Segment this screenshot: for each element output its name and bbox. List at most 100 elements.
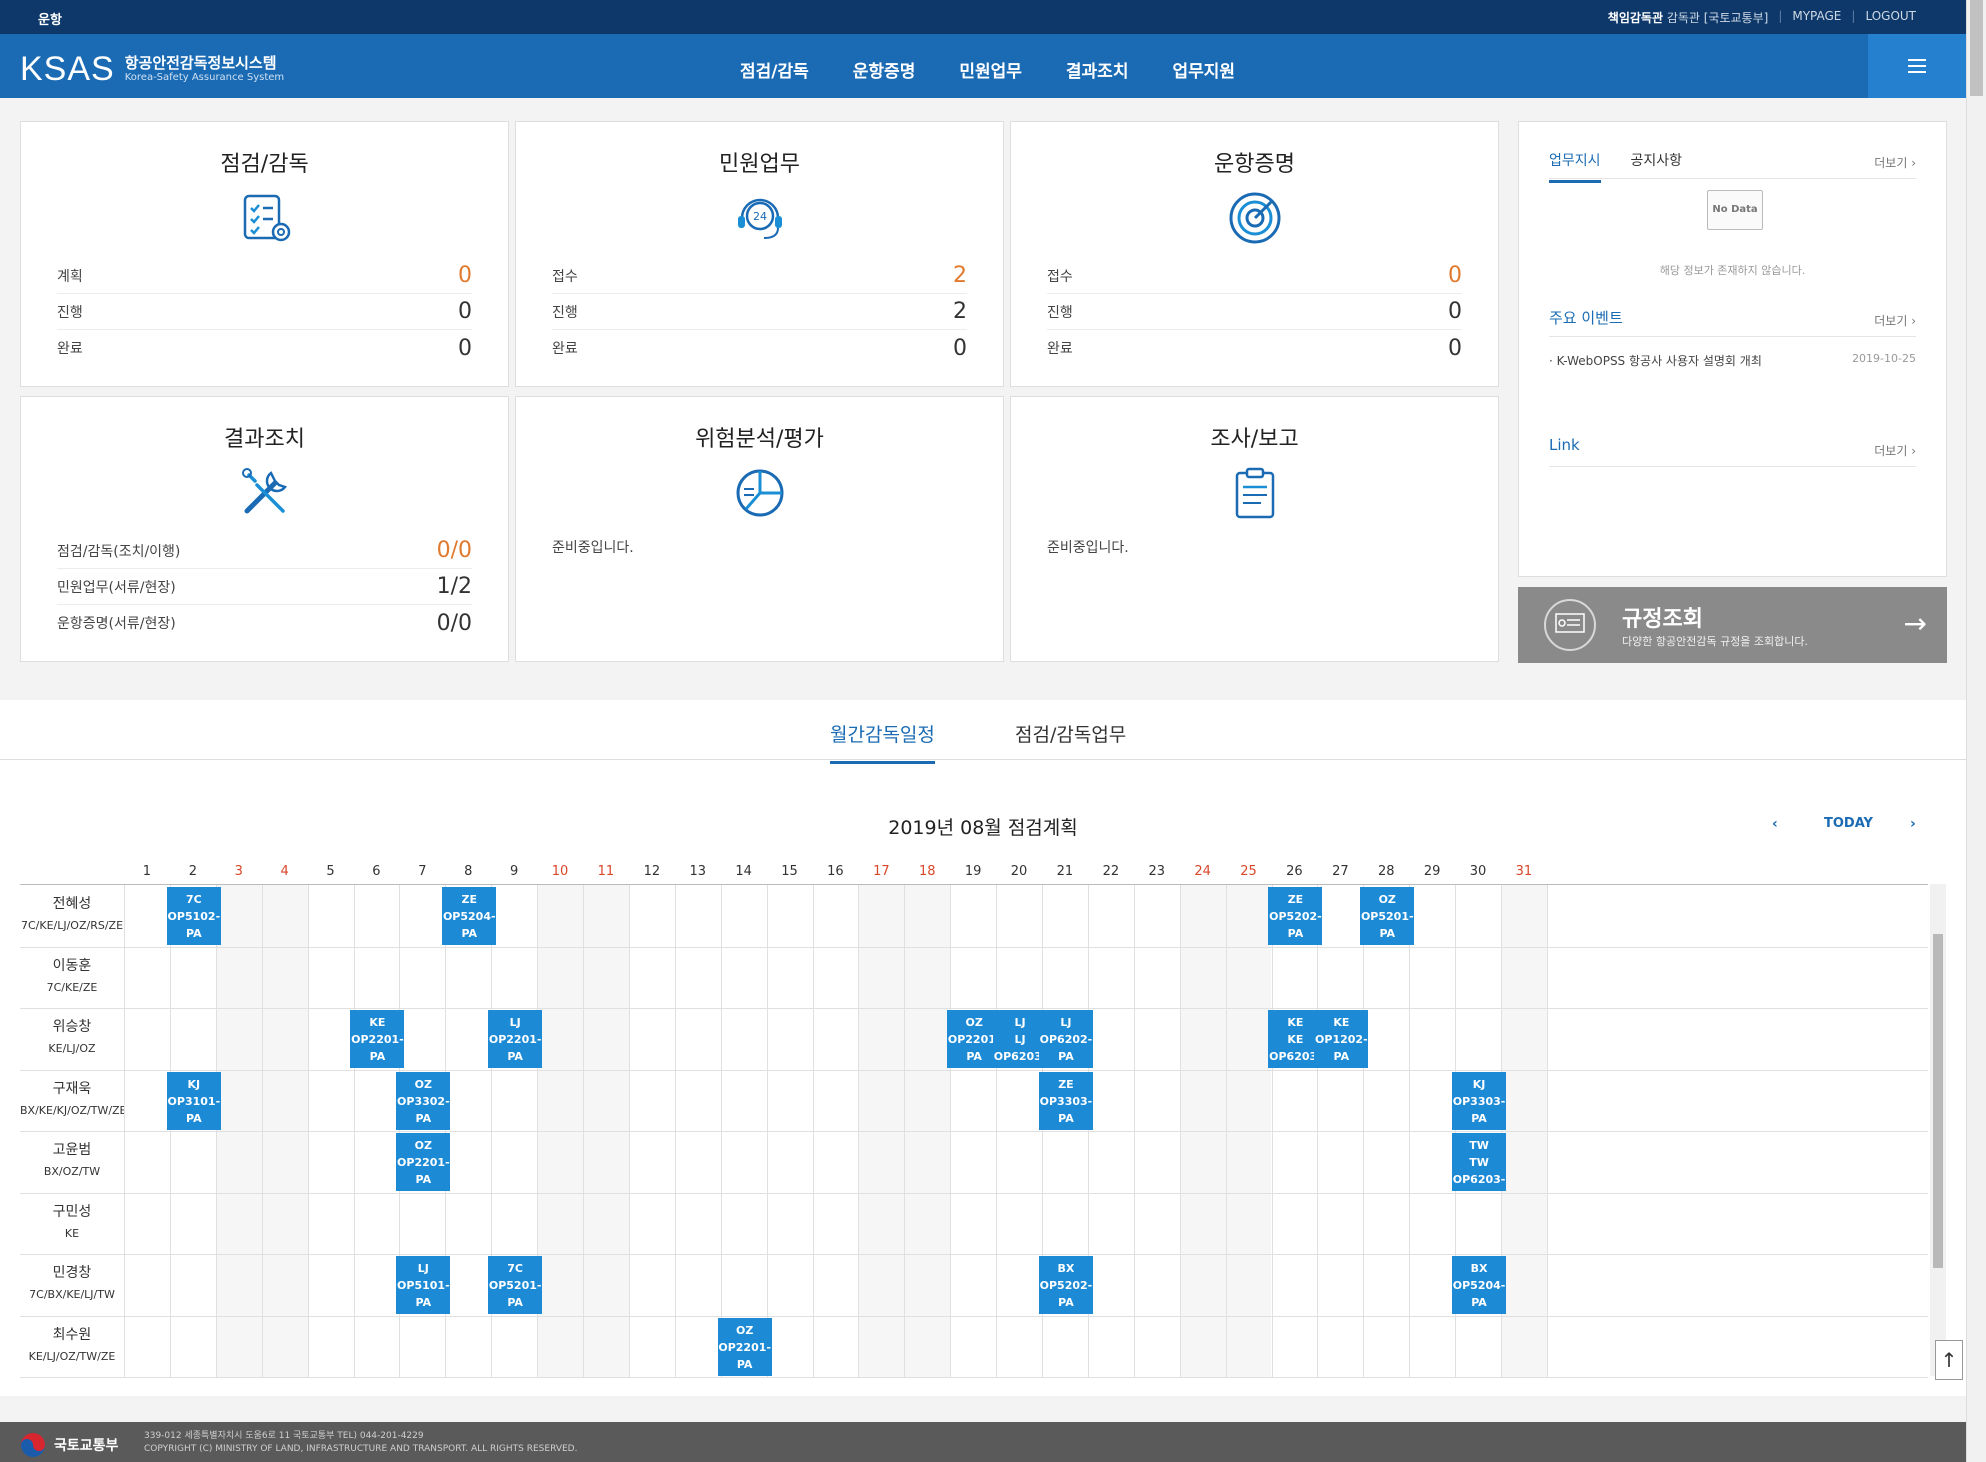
- event-line: OP5202-: [1269, 910, 1322, 923]
- banner-title: 규정조회: [1622, 607, 1703, 632]
- event-line: PA: [507, 1050, 523, 1063]
- stat-row[interactable]: 접수 0: [1047, 258, 1462, 294]
- page-scroll-thumb[interactable]: [1970, 0, 1983, 96]
- nav-support[interactable]: 업무지원: [1150, 57, 1257, 82]
- stat-row[interactable]: 완료 0: [57, 330, 472, 366]
- schedule-scrollbar[interactable]: [1930, 884, 1946, 1376]
- event-line: OP3302-: [397, 1094, 450, 1108]
- stat-row[interactable]: 완료 0: [1047, 330, 1462, 366]
- schedule-tabs: 월간감독일정 점검/감독업무: [0, 700, 1966, 764]
- schedule-event[interactable]: 7C OP5201- PA: [488, 1256, 543, 1314]
- event-line: PA: [186, 927, 202, 940]
- tools-icon: [241, 468, 287, 514]
- certificate-icon: [1544, 599, 1596, 651]
- event-line: OP5201-: [1360, 910, 1414, 923]
- event-line: PA: [1333, 1050, 1350, 1063]
- logo[interactable]: KSAS 항공안전감독정보시스템 Korea-Safety Assurance …: [20, 50, 284, 89]
- nav-inspection[interactable]: 점검/감독: [718, 57, 831, 82]
- inspector-airlines: KE: [64, 1226, 80, 1240]
- next-month-button[interactable]: ›: [1910, 816, 1916, 832]
- stat-label: 진행: [1047, 304, 1073, 321]
- stat-row[interactable]: 완료 0: [552, 330, 967, 366]
- nav-civil[interactable]: 민원업무: [937, 57, 1044, 82]
- card-title: 운항증명: [1214, 152, 1295, 177]
- card-survey[interactable]: 조사/보고 준비중입니다.: [1010, 396, 1499, 662]
- page-scrollbar[interactable]: [1966, 0, 1986, 1462]
- logout-link[interactable]: LOGOUT: [1855, 9, 1926, 26]
- scroll-thumb[interactable]: [1933, 934, 1943, 1268]
- stat-row[interactable]: 진행 2: [552, 294, 967, 330]
- schedule-event[interactable]: LJ OP6202- PA: [1038, 1010, 1093, 1068]
- schedule-event[interactable]: TW TW OP6203-: [1452, 1133, 1507, 1191]
- taegeuk-icon: [21, 1433, 45, 1457]
- prev-month-button[interactable]: ‹: [1772, 816, 1778, 832]
- scroll-to-top-icon[interactable]: ↑: [1935, 1340, 1963, 1380]
- event-line: PA: [415, 1296, 432, 1309]
- event-line: KE: [1333, 1016, 1350, 1029]
- more-link[interactable]: 더보기 ›: [1874, 312, 1916, 329]
- card-risk[interactable]: 위험분석/평가 준비중입니다.: [515, 396, 1004, 662]
- mypage-link[interactable]: MYPAGE: [1782, 9, 1851, 26]
- schedule-event[interactable]: KJ OP3101- PA: [166, 1071, 221, 1130]
- schedule-event[interactable]: LJ OP5101- PA: [396, 1256, 451, 1314]
- schedule-event[interactable]: KE OP1202- PA: [1314, 1010, 1369, 1068]
- more-link[interactable]: 더보기 ›: [1874, 442, 1916, 459]
- card-result[interactable]: 결과조치 점검/감독(조치/이행) 0/0 민원업무(서류/현장) 1/2 운항증명…: [20, 396, 509, 662]
- pie-chart-icon: [736, 469, 783, 517]
- user-info: 책임감독관 감독관 [국토교통부]: [1598, 9, 1779, 26]
- inspector-airlines: 7C/KE/LJ/OZ/RS/ZE: [20, 919, 124, 932]
- schedule-event[interactable]: ZE OP5202- PA: [1268, 887, 1323, 945]
- card-operation-cert[interactable]: 운항증명 접수 0 진행 0 완료 0: [1010, 121, 1499, 387]
- stat-row[interactable]: 진행 0: [1047, 294, 1462, 330]
- schedule-event[interactable]: BX OP5204- PA: [1452, 1256, 1507, 1314]
- grid-row-line: [20, 1131, 1928, 1132]
- schedule-event[interactable]: LJ OP2201- PA: [488, 1010, 543, 1068]
- stat-row[interactable]: 접수 2: [552, 258, 967, 294]
- schedule-event[interactable]: OZ OP5201- PA: [1360, 887, 1415, 945]
- card-civil[interactable]: 민원업무 24 접수 2 진행 2 완료 0: [515, 121, 1004, 387]
- nav-result[interactable]: 결과조치: [1044, 57, 1151, 82]
- tab-monthly-schedule[interactable]: 월간감독일정: [830, 720, 935, 764]
- schedule-event[interactable]: OZ OP2201- PA: [717, 1317, 772, 1376]
- stat-row[interactable]: 진행 0: [57, 294, 472, 330]
- stat-label: 운항증명(서류/현장): [57, 616, 176, 632]
- card-inspection[interactable]: 점검/감독 계획 0 진행 0 완료 0: [20, 121, 509, 387]
- schedule-event[interactable]: KE OP2201- PA: [350, 1010, 405, 1068]
- event-item[interactable]: · K-WebOPSS 항공사 사용자 설명회 개최 2019-10-25: [1549, 352, 1916, 369]
- event-line: 7C: [185, 893, 202, 906]
- schedule-event[interactable]: 7C OP5102- PA: [166, 887, 221, 945]
- grid-row-line: [20, 1254, 1928, 1255]
- stat-row[interactable]: 민원업무(서류/현장) 1/2: [57, 569, 472, 605]
- stat-label: 완료: [552, 341, 578, 357]
- schedule-event[interactable]: BX OP5202- PA: [1038, 1256, 1093, 1314]
- stat-value: 0: [953, 335, 967, 361]
- schedule-section: 월간감독일정 점검/감독업무 2019년 08월 점검계획 ‹ TODAY › …: [0, 700, 1966, 1396]
- schedule-event[interactable]: ZE OP5204- PA: [442, 887, 497, 945]
- inspector-name: 구재욱: [52, 1080, 92, 1097]
- schedule-event[interactable]: KJ OP3303- PA: [1452, 1071, 1507, 1130]
- events-title: 주요 이벤트: [1549, 309, 1623, 327]
- stat-row[interactable]: 운항증명(서류/현장) 0/0: [57, 605, 472, 641]
- stat-row[interactable]: 점검/감독(조치/이행) 0/0: [57, 533, 472, 569]
- event-line: OZ: [414, 1077, 432, 1091]
- headset-24-icon: 24: [737, 198, 782, 239]
- checklist-icon: [243, 194, 290, 242]
- schedule-event[interactable]: ZE OP3303- PA: [1038, 1071, 1093, 1130]
- stat-list: 접수 0 진행 0 완료 0: [1047, 258, 1462, 366]
- calendar-title: 2019년 08월 점검계획: [888, 817, 1078, 839]
- event-line: OZ: [414, 1139, 432, 1152]
- schedule-event[interactable]: OZ OP3302- PA: [396, 1071, 451, 1130]
- arrow-right-icon: →: [1903, 607, 1927, 640]
- event-line: OP1202-: [1315, 1033, 1368, 1046]
- today-button[interactable]: TODAY: [1824, 816, 1873, 831]
- schedule-event[interactable]: OZ OP2201- PA: [396, 1133, 451, 1191]
- tab-inspection-work[interactable]: 점검/감독업무: [1015, 720, 1126, 761]
- divider: [1549, 466, 1916, 467]
- event-line: PA: [1058, 1111, 1074, 1125]
- stat-row[interactable]: 계획 0: [57, 258, 472, 294]
- nav-operation-cert[interactable]: 운항증명: [831, 57, 938, 82]
- hamburger-menu-icon[interactable]: [1868, 34, 1966, 98]
- regulation-banner[interactable]: 규정조회 다양한 항공안전감독 규정을 조회합니다. →: [1518, 587, 1947, 663]
- chevron-right-icon: ›: [1911, 444, 1916, 458]
- more-link[interactable]: 더보기 ›: [1874, 154, 1916, 171]
